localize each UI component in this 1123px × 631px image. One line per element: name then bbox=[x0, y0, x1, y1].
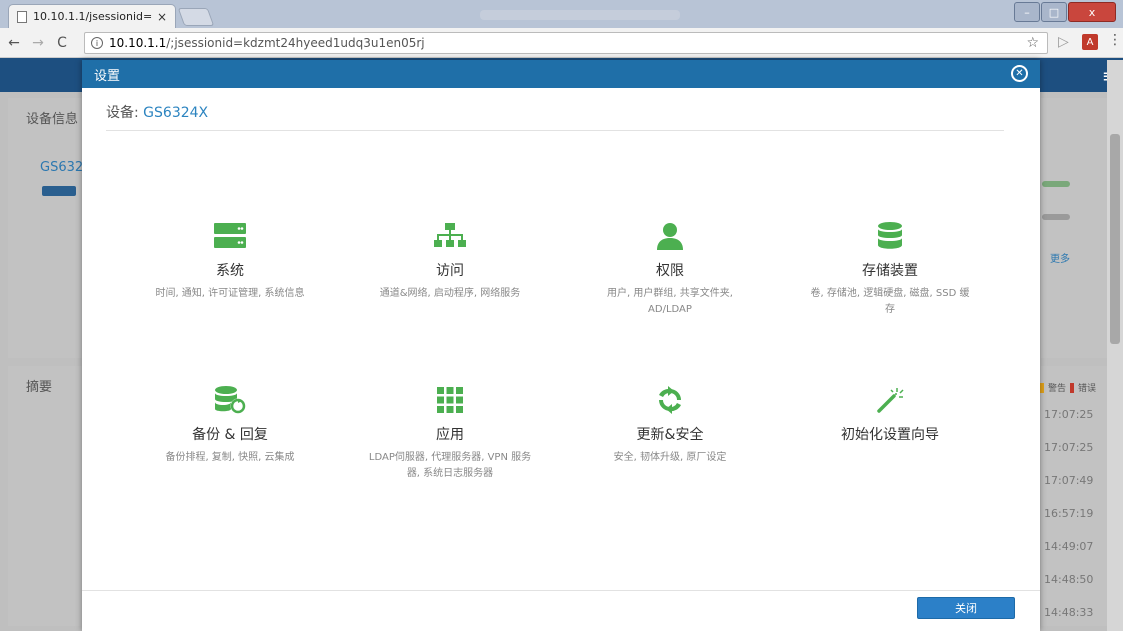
reload-button[interactable]: C bbox=[52, 35, 72, 51]
warning-swatch bbox=[1040, 382, 1044, 393]
tile-title: 系统 bbox=[216, 263, 244, 279]
log-legend: 警告 错误 bbox=[1040, 381, 1096, 394]
refresh-icon bbox=[654, 384, 686, 416]
tile-update-security[interactable]: 更新&安全 安全, 韧体升级, 原厂设定 bbox=[586, 384, 754, 466]
minimize-button[interactable]: – bbox=[1014, 2, 1040, 22]
device-line: 设备: GS6324X bbox=[106, 102, 208, 122]
browser-menu-icon[interactable]: ⋮ bbox=[1108, 32, 1122, 48]
back-button[interactable]: ← bbox=[4, 35, 24, 51]
page-scrollbar[interactable] bbox=[1107, 60, 1123, 631]
device-info-panel-right bbox=[1041, 98, 1107, 358]
tile-desc: 备份排程, 复制, 快照, 云集成 bbox=[165, 452, 295, 463]
network-tree-icon bbox=[434, 220, 466, 252]
bookmark-star-icon[interactable]: ☆ bbox=[1026, 35, 1039, 51]
legend-warning: 警告 bbox=[1048, 384, 1067, 394]
browser-toolbar: ← → C i 10.10.1.1 /;jsessionid=kdzmt24hy… bbox=[0, 28, 1123, 58]
tile-desc: LDAP伺服器, 代理服务器, VPN 服务器, 系统日志服务器 bbox=[368, 452, 532, 479]
dialog-header: 设置 ✕ bbox=[82, 60, 1040, 88]
dialog-footer-divider bbox=[82, 590, 1040, 591]
device-status-bar bbox=[42, 186, 76, 196]
summary-heading: 摘要 bbox=[26, 380, 53, 395]
tile-access[interactable]: 访问 通道&网络, 启动程序, 网络服务 bbox=[366, 220, 534, 302]
device-info-panel bbox=[8, 98, 82, 358]
usage-bar bbox=[1042, 214, 1070, 220]
tile-desc: 用户, 用户群组, 共享文件夹, AD/LDAP bbox=[607, 288, 733, 315]
user-icon bbox=[654, 220, 686, 252]
log-time: 17:07:49 bbox=[1044, 474, 1094, 487]
tile-applications[interactable]: 应用 LDAP伺服器, 代理服务器, VPN 服务器, 系统日志服务器 bbox=[366, 384, 534, 482]
scrollbar-thumb[interactable] bbox=[1110, 134, 1120, 344]
new-tab-button[interactable] bbox=[177, 8, 215, 26]
log-time: 14:48:50 bbox=[1044, 573, 1094, 586]
device-name: GS6324X bbox=[143, 105, 209, 121]
tile-setup-wizard[interactable]: 初始化设置向导 bbox=[806, 384, 974, 450]
divider bbox=[106, 130, 1004, 131]
legend-error: 错误 bbox=[1078, 384, 1097, 394]
address-bar[interactable]: i 10.10.1.1 /;jsessionid=kdzmt24hyeed1ud… bbox=[84, 32, 1048, 54]
pdf-extension-icon[interactable]: A bbox=[1082, 34, 1098, 50]
tile-system[interactable]: 系统 时间, 通知, 许可证管理, 系统信息 bbox=[146, 220, 314, 302]
magic-wand-icon bbox=[874, 384, 906, 416]
browser-tab[interactable]: 10.10.1.1/jsessionid=k × bbox=[8, 4, 176, 28]
info-icon[interactable]: i bbox=[91, 37, 103, 49]
tile-title: 备份 & 回复 bbox=[192, 427, 268, 443]
log-time: 14:49:07 bbox=[1044, 540, 1094, 553]
tile-title: 更新&安全 bbox=[636, 427, 704, 443]
device-short-name: GS632 bbox=[40, 160, 84, 175]
close-icon[interactable]: ✕ bbox=[1011, 65, 1028, 82]
dialog-title: 设置 bbox=[94, 68, 121, 84]
extension-icon[interactable]: ▷ bbox=[1058, 34, 1069, 50]
tile-desc: 安全, 韧体升级, 原厂设定 bbox=[613, 452, 727, 463]
log-time: 17:07:25 bbox=[1044, 408, 1094, 421]
maximize-button[interactable]: □ bbox=[1041, 2, 1067, 22]
window-close-button[interactable]: x bbox=[1068, 2, 1116, 22]
log-time: 16:57:19 bbox=[1044, 507, 1094, 520]
error-swatch bbox=[1070, 382, 1075, 393]
app-grid-icon bbox=[434, 384, 466, 416]
settings-dialog: 设置 ✕ 设备: GS6324X 系统 时间, 通知, 许可证管理, 系统信息 … bbox=[82, 60, 1040, 631]
close-button[interactable]: 关闭 bbox=[917, 597, 1015, 619]
tile-desc: 时间, 通知, 许可证管理, 系统信息 bbox=[155, 288, 305, 299]
url-path: /;jsessionid=kdzmt24hyeed1udq3u1en05rj bbox=[166, 36, 425, 50]
server-icon bbox=[214, 220, 246, 252]
tile-desc: 通道&网络, 启动程序, 网络服务 bbox=[379, 288, 521, 299]
tile-title: 应用 bbox=[436, 427, 464, 443]
window-title-blurred bbox=[480, 10, 680, 20]
tile-title: 存储装置 bbox=[862, 263, 918, 279]
summary-panel bbox=[8, 366, 82, 626]
usage-bar bbox=[1042, 181, 1070, 187]
url-host: 10.10.1.1 bbox=[109, 36, 167, 50]
log-time: 17:07:25 bbox=[1044, 441, 1094, 454]
more-link[interactable]: 更多 bbox=[1050, 250, 1070, 265]
tile-title: 初始化设置向导 bbox=[841, 427, 939, 443]
backup-restore-icon bbox=[214, 384, 246, 416]
tile-title: 权限 bbox=[656, 263, 684, 279]
log-time: 14:48:33 bbox=[1044, 606, 1094, 619]
database-icon bbox=[874, 220, 906, 252]
tile-backup[interactable]: 备份 & 回复 备份排程, 复制, 快照, 云集成 bbox=[146, 384, 314, 466]
forward-button[interactable]: → bbox=[28, 35, 48, 51]
tile-desc: 卷, 存储池, 逻辑硬盘, 磁盘, SSD 缓存 bbox=[810, 288, 970, 315]
browser-tabstrip: 10.10.1.1/jsessionid=k × – □ x bbox=[0, 0, 1123, 28]
tile-title: 访问 bbox=[436, 263, 464, 279]
tab-close-icon[interactable]: × bbox=[157, 10, 167, 24]
tile-storage[interactable]: 存储装置 卷, 存储池, 逻辑硬盘, 磁盘, SSD 缓存 bbox=[806, 220, 974, 318]
page-icon bbox=[17, 10, 27, 23]
tile-permissions[interactable]: 权限 用户, 用户群组, 共享文件夹, AD/LDAP bbox=[586, 220, 754, 318]
summary-panel-right bbox=[1041, 366, 1107, 626]
device-info-heading: 设备信息 bbox=[26, 112, 79, 127]
tab-title: 10.10.1.1/jsessionid=k bbox=[33, 10, 153, 23]
device-label: 设备: bbox=[106, 105, 144, 121]
